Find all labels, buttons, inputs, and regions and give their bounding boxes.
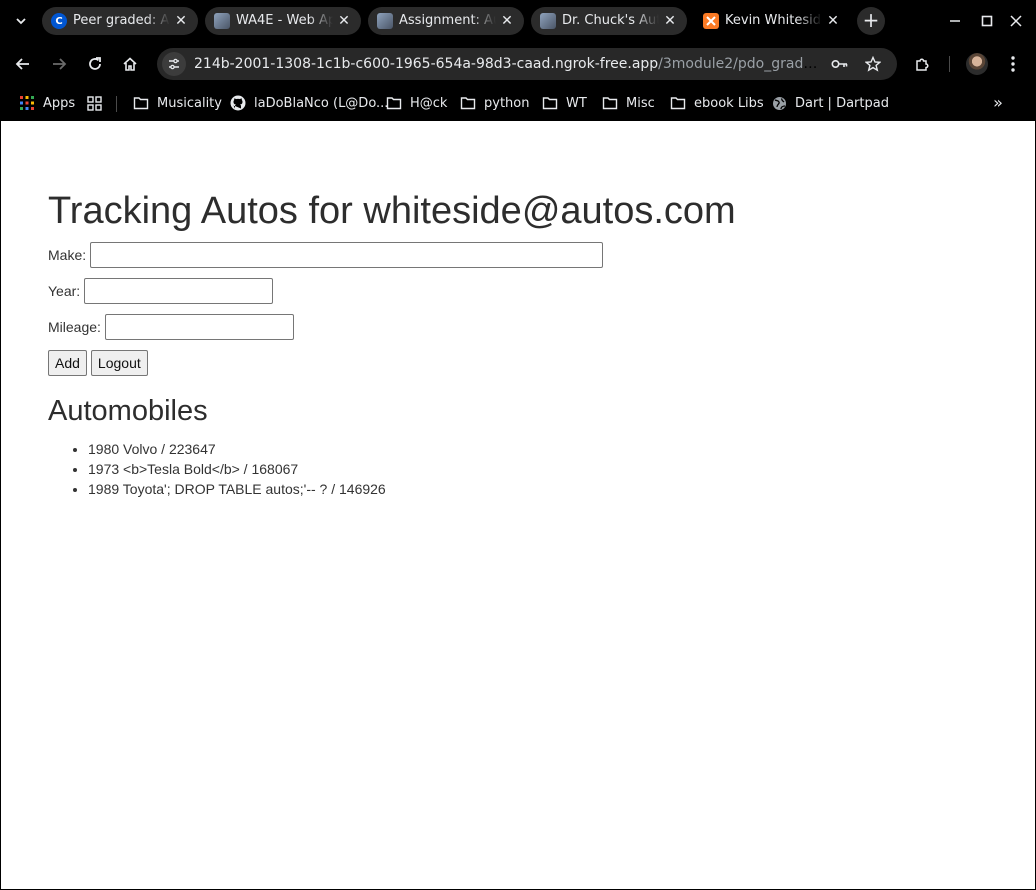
reload-icon[interactable] — [81, 50, 109, 78]
bookmark-python[interactable]: python — [460, 93, 529, 113]
close-tab-icon[interactable]: ✕ — [336, 13, 352, 29]
toolbar-divider — [949, 56, 950, 72]
form-buttons: Add Logout — [48, 350, 148, 376]
maximize-icon[interactable] — [976, 10, 998, 32]
browser-toolbar: 214b-2001-1308-1c1b-c600-1965-654a-98d3-… — [0, 42, 1036, 86]
list-item: 1980 Volvo / 223647 — [88, 439, 386, 459]
make-row: Make: — [48, 242, 604, 268]
more-bookmarks-chevron-icon[interactable]: » — [988, 92, 1008, 114]
tab[interactable]: Dr. Chuck's Autos ✕ — [531, 7, 687, 35]
close-tab-icon[interactable]: ✕ — [499, 13, 515, 29]
close-tab-icon[interactable]: ✕ — [825, 13, 841, 29]
close-tab-icon[interactable]: ✕ — [662, 13, 678, 29]
folder-icon — [133, 95, 149, 111]
bookmark-label: WT — [566, 95, 587, 111]
tab-search-chevron-icon[interactable] — [9, 9, 33, 33]
folder-icon — [386, 95, 402, 111]
bookmark-label: Musicality — [157, 95, 222, 111]
add-button[interactable]: Add — [48, 350, 87, 376]
bookmark-label: Misc — [626, 95, 655, 111]
globe-icon — [771, 95, 787, 111]
url-text[interactable]: 214b-2001-1308-1c1b-c600-1965-654a-98d3-… — [194, 55, 824, 73]
bookmark-hack[interactable]: H@ck — [386, 93, 447, 113]
bookmark-label: Dart | Dartpad — [795, 95, 889, 111]
bookmark-misc[interactable]: Misc — [602, 93, 655, 113]
list-item: 1973 <b>Tesla Bold</b> / 168067 — [88, 459, 386, 479]
folder-icon — [670, 95, 686, 111]
coursera-icon: C — [51, 13, 67, 29]
bookmark-musicality[interactable]: Musicality — [133, 93, 222, 113]
automobiles-list: 1980 Volvo / 223647 1973 <b>Tesla Bold</… — [88, 439, 386, 499]
bookmark-label: ebook Libs — [694, 95, 764, 111]
new-tab-button[interactable]: + — [857, 7, 885, 35]
tab-active[interactable]: Kevin Whiteside ✕ — [694, 7, 850, 35]
wa4e-icon — [540, 13, 556, 29]
bookmark-label: Apps — [43, 95, 76, 111]
bookmark-label: python — [484, 95, 530, 111]
tab-strip: C Peer graded: Autos ✕ WA4E - Web Applic… — [0, 0, 1036, 42]
tab[interactable]: C Peer graded: Autos ✕ — [42, 7, 198, 35]
list-item: 1989 Toyota'; DROP TABLE autos;'-- ? / 1… — [88, 479, 386, 499]
site-info-icon[interactable] — [162, 52, 186, 76]
bookmark-dartpad[interactable]: Dart | Dartpad — [771, 93, 889, 113]
profile-avatar[interactable] — [966, 53, 988, 75]
tab-groups-button[interactable] — [86, 93, 102, 113]
tab-title: WA4E - Web Applications — [236, 13, 333, 28]
bookmark-star-icon[interactable] — [863, 54, 883, 74]
url-path: /3module2/pdo_graded_ap... — [658, 56, 824, 72]
bookmark-wt[interactable]: WT — [542, 93, 587, 113]
xampp-icon — [703, 13, 719, 29]
tab-title: Dr. Chuck's Autos — [562, 13, 659, 28]
bookmarks-bar: Apps Musicality laDoBlaNco (L@Do... H@ck… — [0, 86, 1036, 120]
automobiles-heading: Automobiles — [48, 395, 208, 427]
close-tab-icon[interactable]: ✕ — [173, 13, 189, 29]
folder-icon — [602, 95, 618, 111]
back-arrow-icon[interactable] — [9, 50, 37, 78]
bookmark-github[interactable]: laDoBlaNco (L@Do... — [230, 93, 388, 113]
year-row: Year: — [48, 278, 274, 304]
bookmarks-divider — [116, 96, 117, 112]
make-input[interactable] — [90, 242, 604, 268]
year-label: Year: — [48, 283, 81, 299]
apps-grid-icon — [19, 95, 35, 111]
mileage-label: Mileage: — [48, 319, 101, 335]
make-label: Make: — [48, 247, 87, 263]
github-icon — [230, 95, 246, 111]
close-window-icon[interactable] — [1005, 10, 1027, 32]
tab-title: Peer graded: Autos — [73, 13, 170, 28]
tab-title: Assignment: Autos — [399, 13, 496, 28]
password-key-icon[interactable] — [830, 54, 850, 74]
mileage-input[interactable] — [104, 314, 294, 340]
url-host: 214b-2001-1308-1c1b-c600-1965-654a-98d3-… — [194, 56, 659, 72]
tab-title: Kevin Whiteside — [725, 13, 822, 28]
logout-button[interactable]: Logout — [90, 350, 148, 376]
home-icon[interactable] — [116, 50, 144, 78]
mileage-row: Mileage: — [48, 314, 294, 340]
tab-groups-icon — [86, 95, 102, 111]
bookmark-apps[interactable]: Apps — [19, 93, 75, 113]
folder-icon — [460, 95, 476, 111]
page-viewport: Tracking Autos for whiteside@autos.com M… — [1, 121, 1035, 889]
forward-arrow-icon[interactable] — [45, 50, 73, 78]
bookmark-ebook-libs[interactable]: ebook Libs — [670, 93, 764, 113]
wa4e-icon — [377, 13, 393, 29]
minimize-icon[interactable] — [944, 10, 966, 32]
bookmark-label: H@ck — [410, 95, 448, 111]
more-menu-icon[interactable] — [999, 50, 1027, 78]
extensions-puzzle-icon[interactable] — [909, 50, 937, 78]
tab[interactable]: Assignment: Autos ✕ — [368, 7, 524, 35]
folder-icon — [542, 95, 558, 111]
page-title: Tracking Autos for whiteside@autos.com — [48, 190, 736, 232]
tab[interactable]: WA4E - Web Applications ✕ — [205, 7, 361, 35]
bookmark-label: laDoBlaNco (L@Do... — [254, 95, 389, 111]
address-bar[interactable]: 214b-2001-1308-1c1b-c600-1965-654a-98d3-… — [157, 48, 897, 80]
wa4e-icon — [214, 13, 230, 29]
year-input[interactable] — [84, 278, 274, 304]
